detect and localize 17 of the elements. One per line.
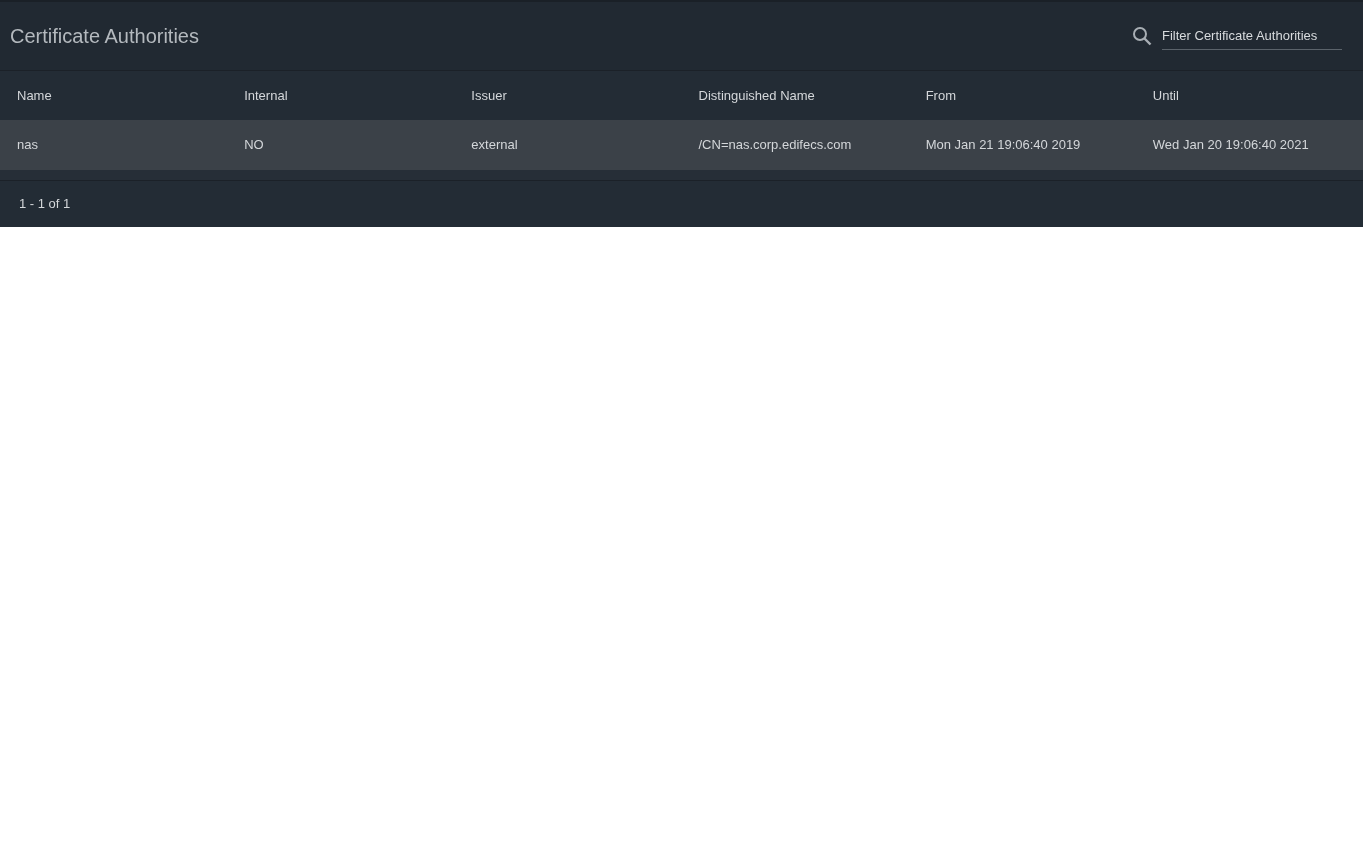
page-title: Certificate Authorities <box>10 24 199 49</box>
pagination-range: 1 - 1 of 1 <box>19 195 71 214</box>
column-header[interactable]: Until <box>1135 85 1363 106</box>
table-cell-text: NO <box>243 136 265 155</box>
table-row[interactable]: nas NO external /CN=nas.corp.edifecs.com Mon Jan 21 19:06:40 2019 Wed Jan 20 19:06:40 2021 <box>0 120 1363 170</box>
table-cell-text: Wed Jan 20 19:06:40 2021 <box>1151 136 1310 155</box>
column-header[interactable]: Name <box>0 85 228 106</box>
column-header[interactable]: Issuer <box>454 85 682 106</box>
column-header[interactable]: From <box>908 85 1136 106</box>
table-cell-text: /CN=nas.corp.edifecs.com <box>697 136 853 155</box>
table-cell-text: Mon Jan 21 19:06:40 2019 <box>924 136 1082 155</box>
table-cell-text: nas <box>16 136 39 155</box>
column-header[interactable]: Internal <box>227 85 455 106</box>
table-cell-text: external <box>470 136 519 155</box>
filter-field[interactable]: Filter Certificate Authorities <box>1162 21 1342 51</box>
column-header[interactable]: Distinguished Name <box>681 85 909 106</box>
search-icon <box>1132 26 1152 46</box>
